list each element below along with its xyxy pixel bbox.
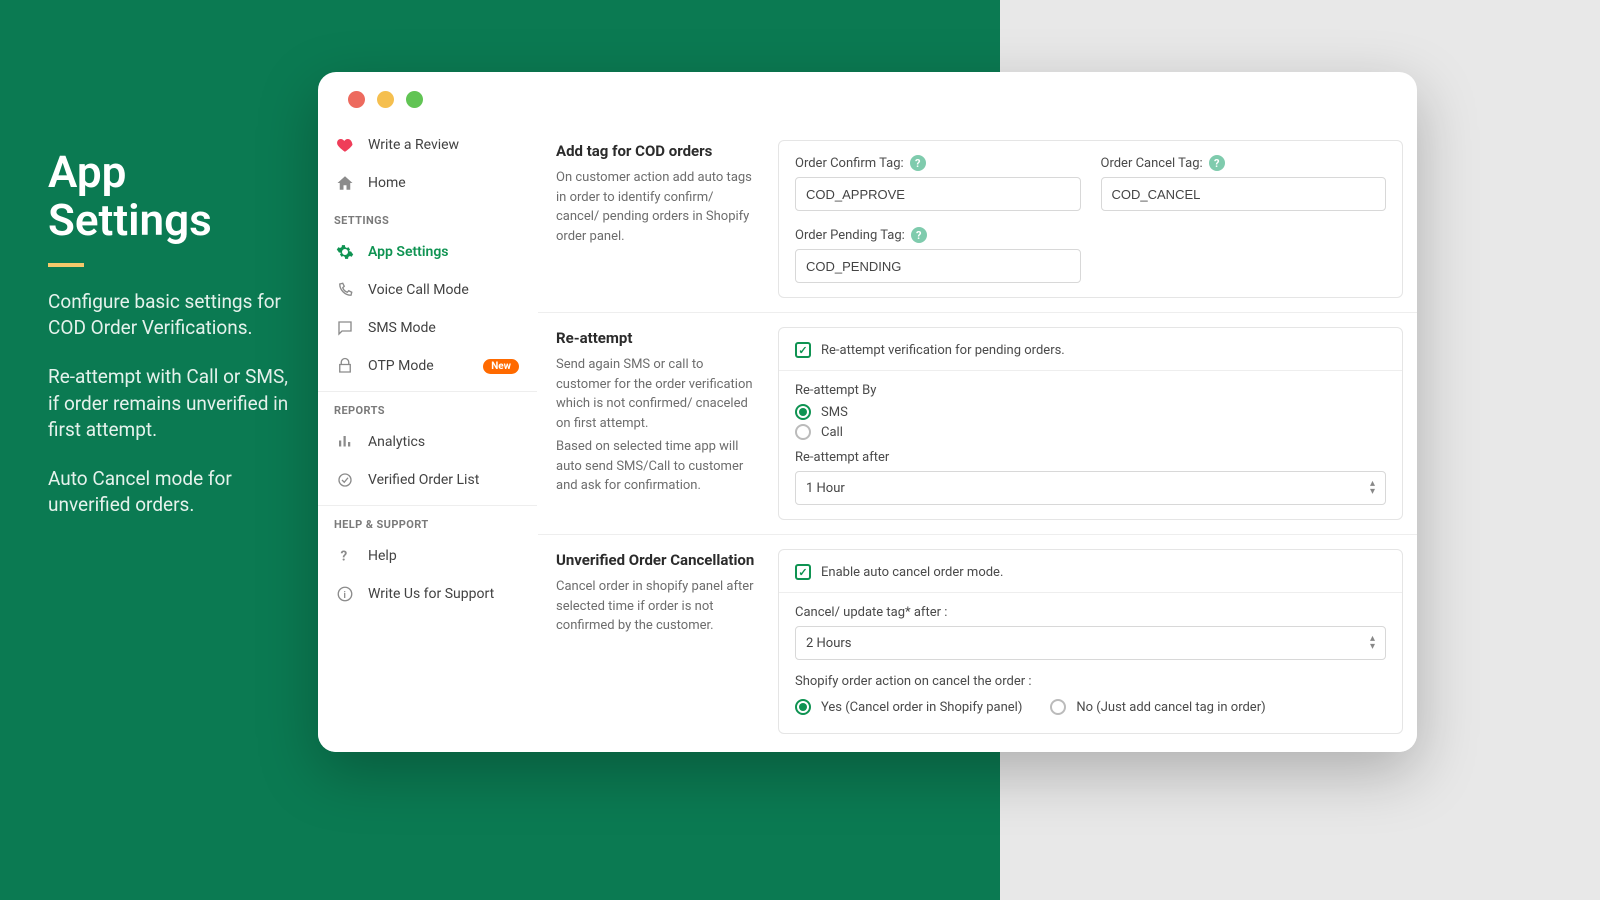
- sidebar-item-home[interactable]: Home: [318, 164, 537, 202]
- sidebar-item-app-settings[interactable]: App Settings: [318, 233, 537, 271]
- sidebar-label: Analytics: [368, 434, 425, 450]
- cancel-after-label: Cancel/ update tag* after :: [795, 605, 1386, 620]
- phone-icon: [336, 281, 354, 299]
- confirm-tag-label: Order Confirm Tag: ?: [795, 155, 1081, 171]
- section-tags-title: Add tag for COD orders: [556, 142, 760, 160]
- reattempt-by-label: Re-attempt By: [795, 383, 1386, 398]
- sidebar-group-reports: REPORTS: [318, 391, 537, 423]
- new-badge: New: [483, 359, 519, 374]
- divider: [779, 592, 1402, 593]
- sidebar-item-otp-mode[interactable]: OTP Mode New: [318, 347, 537, 385]
- radio-icon: [795, 699, 811, 715]
- section-cancel-panel: ✓ Enable auto cancel order mode. Cancel/…: [778, 549, 1403, 734]
- section-cancel-title: Unverified Order Cancellation: [556, 551, 760, 569]
- radio-icon: [795, 404, 811, 420]
- radio-icon: [795, 424, 811, 440]
- sidebar-label: OTP Mode: [368, 358, 434, 374]
- check-list-icon: [336, 471, 354, 489]
- radio-icon: [1050, 699, 1066, 715]
- help-icon[interactable]: ?: [910, 155, 926, 171]
- sidebar-item-sms-mode[interactable]: SMS Mode: [318, 309, 537, 347]
- section-reattempt: Re-attempt Send again SMS or call to cus…: [538, 312, 1417, 534]
- section-reattempt-panel: ✓ Re-attempt verification for pending or…: [778, 327, 1403, 520]
- window-minimize-dot[interactable]: [377, 91, 394, 108]
- section-reattempt-title: Re-attempt: [556, 329, 760, 347]
- cancel-action-yes[interactable]: Yes (Cancel order in Shopify panel): [795, 699, 1022, 715]
- promo-underline: [48, 263, 84, 267]
- window-maximize-dot[interactable]: [406, 91, 423, 108]
- sidebar-item-analytics[interactable]: Analytics: [318, 423, 537, 461]
- sidebar-item-write-us[interactable]: i Write Us for Support: [318, 575, 537, 613]
- promo-para-1: Configure basic settings for COD Order V…: [48, 289, 298, 342]
- section-tags-panel: Order Confirm Tag: ? Order Cancel Tag: ?: [778, 140, 1403, 298]
- sidebar-label: Write a Review: [368, 137, 459, 153]
- sidebar-item-write-review[interactable]: Write a Review: [318, 126, 537, 164]
- titlebar: [318, 72, 1417, 126]
- lock-icon: [336, 357, 354, 375]
- chat-icon: [336, 319, 354, 337]
- sidebar-label: App Settings: [368, 244, 449, 260]
- section-reattempt-desc1: Send again SMS or call to customer for t…: [556, 355, 760, 433]
- autocancel-checkbox-label: Enable auto cancel order mode.: [821, 565, 1003, 580]
- cancel-after-select[interactable]: 2 Hours ▴▾: [795, 626, 1386, 660]
- promo-panel: App Settings Configure basic settings fo…: [48, 148, 298, 541]
- sidebar-label: Verified Order List: [368, 472, 479, 488]
- reattempt-checkbox-label: Re-attempt verification for pending orde…: [821, 343, 1065, 358]
- reattempt-after-label: Re-attempt after: [795, 450, 1386, 465]
- checkbox-icon: ✓: [795, 342, 811, 358]
- checkbox-icon: ✓: [795, 564, 811, 580]
- reattempt-by-sms[interactable]: SMS: [795, 404, 1386, 420]
- sidebar-item-verified-list[interactable]: Verified Order List: [318, 461, 537, 499]
- reattempt-by-call[interactable]: Call: [795, 424, 1386, 440]
- sidebar-label: SMS Mode: [368, 320, 436, 336]
- section-tags-desc: On customer action add auto tags in orde…: [556, 168, 760, 246]
- promo-title: App Settings: [48, 148, 298, 245]
- question-icon: ?: [336, 547, 354, 565]
- svg-text:i: i: [344, 591, 346, 601]
- sidebar-label: Voice Call Mode: [368, 282, 469, 298]
- sidebar-label: Write Us for Support: [368, 586, 494, 602]
- reattempt-checkbox-row[interactable]: ✓ Re-attempt verification for pending or…: [795, 342, 1386, 358]
- autocancel-checkbox-row[interactable]: ✓ Enable auto cancel order mode.: [795, 564, 1386, 580]
- sidebar: Write a Review Home SETTINGS App Setting…: [318, 126, 538, 752]
- sidebar-label: Help: [368, 548, 397, 564]
- svg-text:?: ?: [341, 549, 348, 565]
- sidebar-item-voice-call[interactable]: Voice Call Mode: [318, 271, 537, 309]
- divider: [779, 370, 1402, 371]
- gear-icon: [336, 243, 354, 261]
- help-icon[interactable]: ?: [1209, 155, 1225, 171]
- bar-chart-icon: [336, 433, 354, 451]
- cancel-action-no[interactable]: No (Just add cancel tag in order): [1050, 699, 1265, 715]
- cancel-tag-input[interactable]: [1101, 177, 1387, 211]
- section-tags: Add tag for COD orders On customer actio…: [538, 126, 1417, 312]
- section-reattempt-desc2: Based on selected time app will auto sen…: [556, 437, 760, 496]
- promo-para-3: Auto Cancel mode for unverified orders.: [48, 466, 298, 519]
- pending-tag-label: Order Pending Tag: ?: [795, 227, 1081, 243]
- reattempt-after-select[interactable]: 1 Hour ▴▾: [795, 471, 1386, 505]
- home-icon: [336, 174, 354, 192]
- help-icon[interactable]: ?: [911, 227, 927, 243]
- confirm-tag-input[interactable]: [795, 177, 1081, 211]
- section-cancel: Unverified Order Cancellation Cancel ord…: [538, 534, 1417, 748]
- chevron-updown-icon: ▴▾: [1370, 635, 1375, 651]
- sidebar-group-settings: SETTINGS: [318, 202, 537, 233]
- app-window: Write a Review Home SETTINGS App Setting…: [318, 72, 1417, 752]
- chevron-updown-icon: ▴▾: [1370, 480, 1375, 496]
- pending-tag-input[interactable]: [795, 249, 1081, 283]
- promo-para-2: Re-attempt with Call or SMS, if order re…: [48, 364, 298, 444]
- cancel-action-label: Shopify order action on cancel the order…: [795, 674, 1386, 689]
- section-cancel-desc: Cancel order in shopify panel after sele…: [556, 577, 760, 636]
- window-close-dot[interactable]: [348, 91, 365, 108]
- info-icon: i: [336, 585, 354, 603]
- sidebar-label: Home: [368, 175, 406, 191]
- heart-icon: [336, 136, 354, 154]
- cancel-tag-label: Order Cancel Tag: ?: [1101, 155, 1387, 171]
- sidebar-item-help[interactable]: ? Help: [318, 537, 537, 575]
- content-area: Add tag for COD orders On customer actio…: [538, 126, 1417, 752]
- sidebar-group-help: HELP & SUPPORT: [318, 505, 537, 537]
